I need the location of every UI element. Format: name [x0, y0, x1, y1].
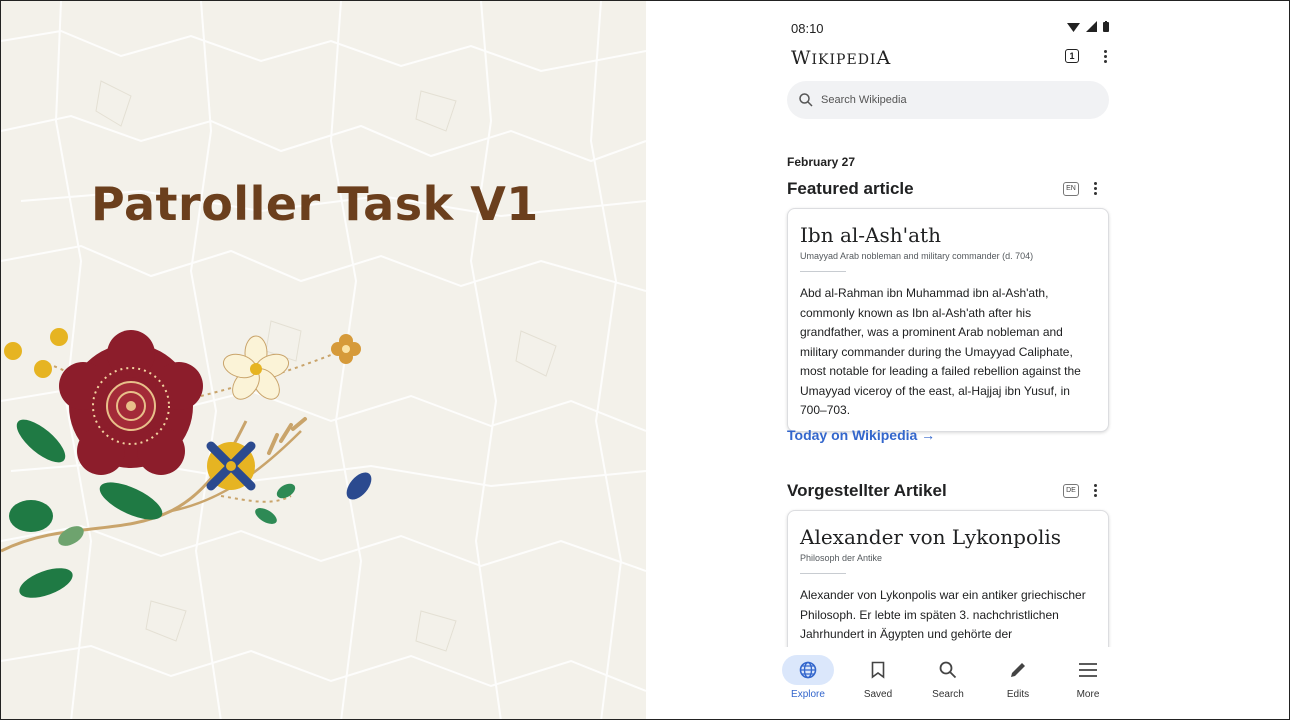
search-input[interactable]: Search Wikipedia [787, 81, 1109, 119]
nav-saved[interactable]: Saved [848, 647, 908, 700]
featured-article-extract: Abd al-Rahman ibn Muhammad ibn al-Ash'at… [800, 286, 1081, 417]
nav-edits[interactable]: Edits [988, 647, 1048, 700]
nav-more-label: More [1076, 689, 1100, 700]
featured-article-header: Featured article [787, 179, 914, 198]
status-bar-icons [1067, 21, 1109, 32]
floral-ornament [1, 328, 372, 598]
card-divider [800, 271, 846, 272]
toolbar-actions: 1 [1065, 49, 1107, 63]
menu-icon [1062, 655, 1114, 685]
vorgestellter-artikel-header: Vorgestellter Artikel [787, 481, 947, 500]
title-panel: Patroller Task V1 [1, 1, 646, 719]
search-icon [922, 655, 974, 685]
nav-saved-label: Saved [863, 689, 893, 700]
nav-explore[interactable]: Explore [778, 647, 838, 700]
search-placeholder: Search Wikipedia [821, 94, 907, 106]
signal-icon [1086, 21, 1097, 32]
battery-icon [1103, 21, 1109, 32]
search-icon [799, 93, 813, 107]
language-badge-en[interactable]: EN [1063, 182, 1079, 196]
featured-article-title: Ibn al-Ash'ath [800, 223, 941, 247]
vorgestellter-overflow-icon[interactable] [1093, 484, 1097, 497]
wordmark-a: A [876, 47, 892, 69]
overflow-menu-icon[interactable] [1103, 49, 1107, 63]
nav-edits-label: Edits [1006, 689, 1030, 700]
slide-title: Patroller Task V1 [91, 177, 539, 231]
today-on-wikipedia-link[interactable]: Today on Wikipedia → [787, 427, 935, 443]
vorgestellter-artikel-title: Alexander von Lykonpolis [800, 525, 1062, 549]
featured-article-card[interactable]: Ibn al-Ash'ath Umayyad Arab nobleman and… [787, 208, 1109, 432]
nav-search[interactable]: Search [918, 647, 978, 700]
featured-overflow-icon[interactable] [1093, 182, 1097, 195]
wordmark-middle: IKIPEDI [811, 52, 877, 68]
card-divider [800, 573, 846, 574]
nav-explore-label: Explore [791, 689, 825, 700]
tabs-button[interactable]: 1 [1065, 49, 1079, 63]
bottom-navigation: Explore Saved Search Edits More [773, 647, 1123, 719]
wikipedia-wordmark: WIKIPEDIA [791, 47, 891, 69]
wifi-icon [1067, 22, 1080, 32]
wikipedia-app-screen: 08:10 WIKIPEDIA 1 Search Wikipedia Febru… [773, 9, 1123, 719]
vorgestellter-artikel-extract: Alexander von Lykonpolis war ein antiker… [800, 588, 1086, 641]
globe-icon [782, 655, 834, 685]
nav-search-label: Search [932, 689, 964, 700]
bookmark-icon [852, 655, 904, 685]
nav-more[interactable]: More [1058, 647, 1118, 700]
featured-article-description: Umayyad Arab nobleman and military comma… [800, 251, 1034, 261]
pencil-icon [992, 655, 1044, 685]
vorgestellter-artikel-description: Philosoph der Antike [800, 553, 883, 563]
slide: Patroller Task V1 08:10 WIKIPEDIA 1 Sear… [0, 0, 1290, 720]
wordmark-w: W [791, 47, 812, 69]
status-time: 08:10 [791, 21, 824, 36]
feed-date: February 27 [787, 155, 856, 169]
language-badge-de[interactable]: DE [1063, 484, 1079, 498]
